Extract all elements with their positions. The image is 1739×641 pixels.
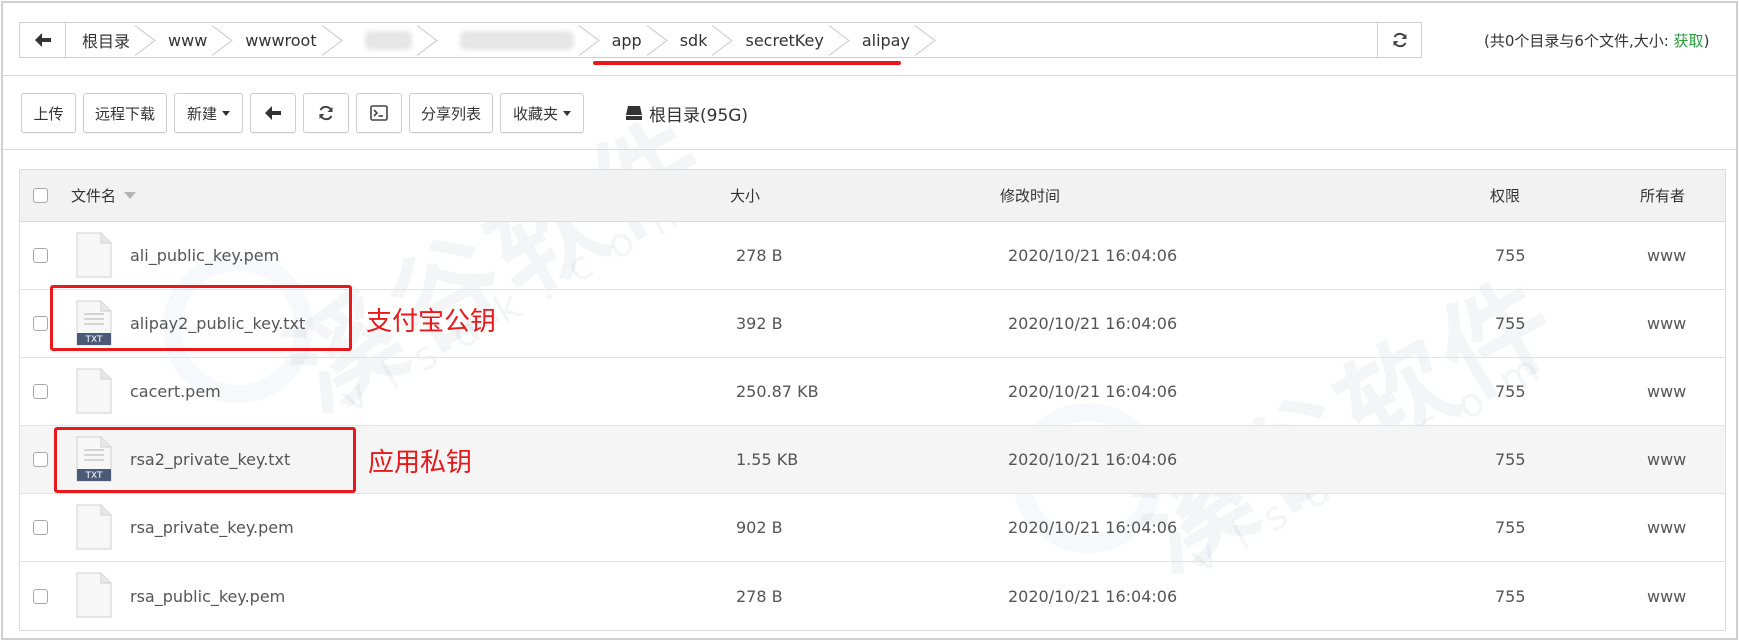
toolbar: 上传 远程下载 新建 分享列表 收藏夹 根目录(95G) — [21, 93, 748, 133]
divider — [3, 75, 1736, 76]
file-modified: 2020/10/21 16:04:06 — [1008, 246, 1178, 265]
file-owner[interactable]: www — [1647, 426, 1686, 493]
breadcrumb-back-button[interactable] — [20, 23, 66, 57]
arrow-left-icon — [34, 33, 51, 47]
breadcrumb-item-hidden[interactable]: xxxxx — [339, 23, 434, 57]
refresh-icon — [1393, 32, 1406, 48]
file-manager-window: 溪谷软件 vlsdk.com 溪谷软件 vlsdk.com 根目录 www ww… — [1, 1, 1738, 640]
annotation-box-alipay-key — [50, 285, 352, 351]
column-header-modified[interactable]: 修改时间 — [1000, 170, 1060, 221]
directory-summary: (共0个目录与6个文件,大小: 获取) — [1484, 32, 1710, 50]
annotation-box-app-private-key — [54, 427, 356, 493]
file-permission[interactable]: 755 — [1495, 494, 1526, 561]
row-checkbox[interactable] — [33, 562, 48, 630]
file-size: 278 B — [736, 586, 783, 606]
refresh-icon — [319, 105, 333, 121]
annotation-label-alipay-public-key: 支付宝公钥 — [366, 307, 497, 337]
file-permission[interactable]: 755 — [1495, 222, 1526, 289]
caret-down-icon — [563, 110, 572, 116]
remote-download-button[interactable]: 远程下载 — [83, 93, 167, 133]
terminal-icon — [370, 105, 388, 121]
file-owner[interactable]: www — [1647, 562, 1686, 630]
file-owner[interactable]: www — [1647, 222, 1686, 289]
blank-file-icon — [76, 504, 112, 550]
breadcrumb-item-sdk[interactable]: sdk — [664, 23, 730, 57]
row-checkbox[interactable] — [33, 358, 48, 425]
breadcrumb-item-secretkey[interactable]: secretKey — [729, 23, 845, 57]
file-size: 392 B — [736, 314, 783, 333]
table-header: 文件名 大小 修改时间 权限 所有者 — [20, 170, 1725, 222]
file-owner[interactable]: www — [1647, 358, 1686, 425]
file-modified: 2020/10/21 16:04:06 — [1008, 586, 1178, 606]
back-button[interactable] — [250, 93, 296, 133]
refresh-button[interactable] — [303, 93, 349, 133]
column-header-permission[interactable]: 权限 — [1490, 170, 1520, 221]
file-modified: 2020/10/21 16:04:06 — [1008, 382, 1178, 401]
breadcrumb-item-www[interactable]: www — [152, 23, 229, 57]
arrow-left-icon — [265, 106, 281, 120]
select-all-checkbox[interactable] — [33, 170, 48, 221]
file-name[interactable]: rsa_public_key.pem — [130, 562, 285, 630]
file-permission[interactable]: 755 — [1495, 562, 1526, 630]
file-table: 文件名 大小 修改时间 权限 所有者 ali_public_key.pem 27… — [19, 169, 1726, 631]
divider — [3, 149, 1736, 150]
breadcrumb-path-input[interactable] — [932, 23, 1377, 57]
breadcrumb-item-hidden[interactable]: xxxxxxxxxxxx — [434, 23, 596, 57]
breadcrumb-item-wwwroot[interactable]: wwwroot — [229, 23, 338, 57]
terminal-button[interactable] — [356, 93, 402, 133]
hdd-icon — [626, 106, 642, 120]
column-header-name[interactable]: 文件名 — [71, 170, 137, 221]
highlight-underline — [593, 61, 901, 65]
table-row[interactable]: ali_public_key.pem 278 B 2020/10/21 16:0… — [20, 222, 1725, 290]
file-name[interactable]: cacert.pem — [130, 358, 221, 425]
file-permission[interactable]: 755 — [1495, 358, 1526, 425]
file-modified: 2020/10/21 16:04:06 — [1008, 450, 1178, 469]
breadcrumb: 根目录 www wwwroot xxxxx xxxxxxxxxxxx app s… — [19, 22, 1422, 58]
file-size: 278 B — [736, 246, 783, 265]
breadcrumb-item-alipay[interactable]: alipay — [846, 23, 932, 57]
blank-file-icon — [76, 368, 112, 414]
file-size: 250.87 KB — [736, 382, 819, 401]
caret-down-icon — [222, 110, 231, 116]
sort-down-icon — [124, 192, 137, 199]
file-permission[interactable]: 755 — [1495, 426, 1526, 493]
file-owner[interactable]: www — [1647, 290, 1686, 357]
file-name[interactable]: rsa_private_key.pem — [130, 494, 294, 561]
table-row[interactable]: rsa_public_key.pem 278 B 2020/10/21 16:0… — [20, 562, 1725, 630]
file-name[interactable]: ali_public_key.pem — [130, 222, 279, 289]
file-size: 1.55 KB — [736, 450, 799, 469]
file-modified: 2020/10/21 16:04:06 — [1008, 314, 1178, 333]
upload-button[interactable]: 上传 — [21, 93, 76, 133]
file-owner[interactable]: www — [1647, 494, 1686, 561]
blank-file-icon — [76, 232, 112, 278]
blank-file-icon — [76, 572, 112, 618]
table-row[interactable]: rsa_private_key.pem 902 B 2020/10/21 16:… — [20, 494, 1725, 562]
file-size: 902 B — [736, 518, 783, 537]
share-list-button[interactable]: 分享列表 — [409, 93, 493, 133]
row-checkbox[interactable] — [33, 494, 48, 561]
new-dropdown-button[interactable]: 新建 — [174, 93, 243, 133]
annotation-label-app-private-key: 应用私钥 — [368, 448, 473, 478]
favorites-dropdown-button[interactable]: 收藏夹 — [500, 93, 584, 133]
row-checkbox[interactable] — [33, 290, 48, 357]
breadcrumb-item-root[interactable]: 根目录 — [66, 23, 152, 57]
fetch-size-link[interactable]: 获取 — [1674, 32, 1704, 50]
column-header-owner[interactable]: 所有者 — [1640, 170, 1685, 221]
file-modified: 2020/10/21 16:04:06 — [1008, 518, 1178, 537]
file-permission[interactable]: 755 — [1495, 290, 1526, 357]
table-row[interactable]: cacert.pem 250.87 KB 2020/10/21 16:04:06… — [20, 358, 1725, 426]
row-checkbox[interactable] — [33, 222, 48, 289]
column-header-size[interactable]: 大小 — [730, 170, 760, 221]
breadcrumb-refresh-button[interactable] — [1377, 23, 1421, 57]
row-checkbox[interactable] — [33, 426, 48, 493]
breadcrumb-item-app[interactable]: app — [596, 23, 664, 57]
disk-info[interactable]: 根目录(95G) — [625, 101, 748, 126]
